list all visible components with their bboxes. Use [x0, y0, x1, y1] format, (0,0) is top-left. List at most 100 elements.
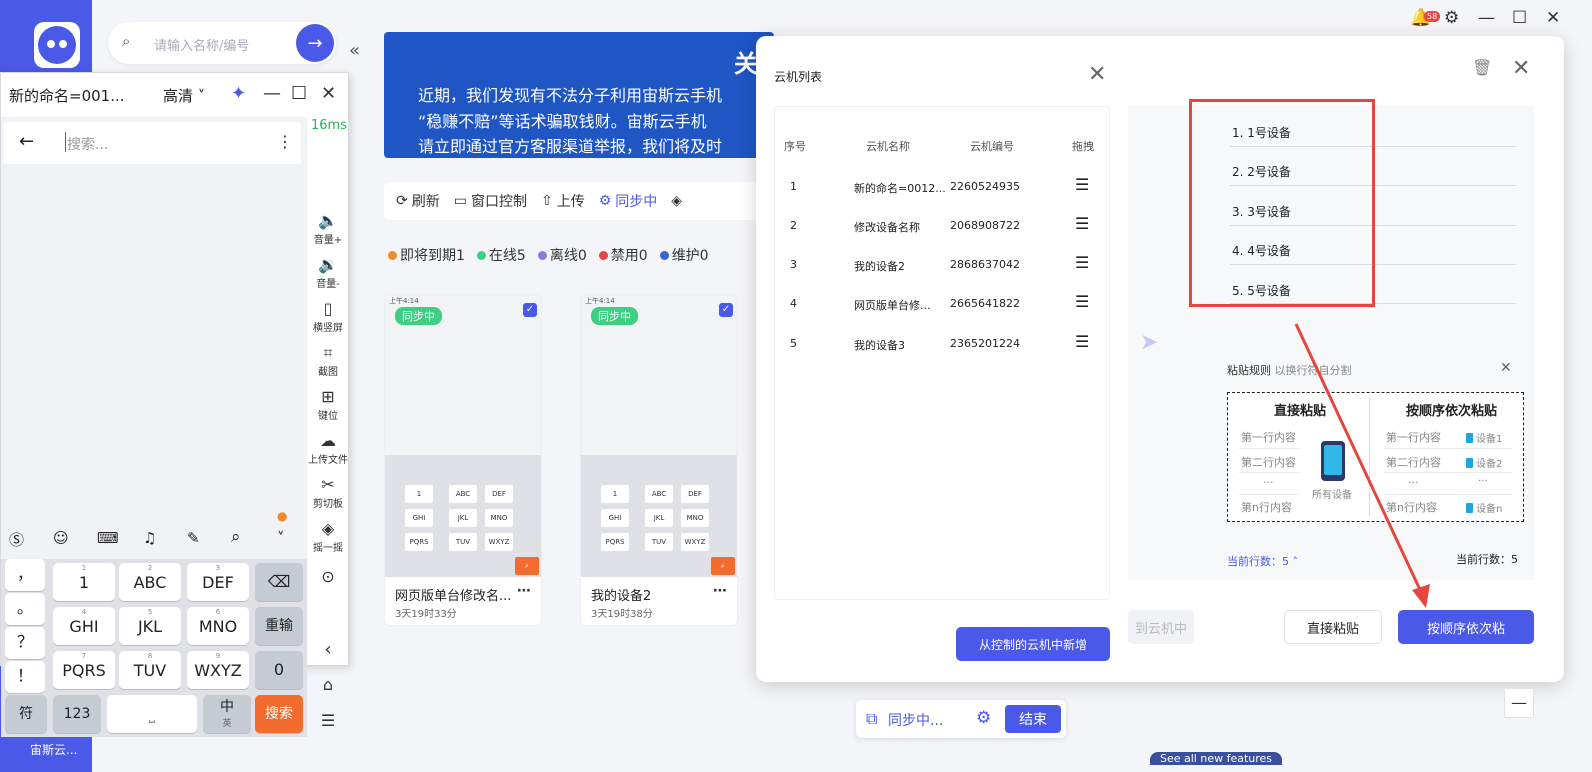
sync-button[interactable]: ⚙ 同步中: [599, 191, 658, 211]
volume-down-tool[interactable]: 🔉 音量-: [307, 255, 349, 290]
drag-handle-icon[interactable]: ☰: [1075, 292, 1089, 311]
end-sync-button[interactable]: 结束: [1005, 705, 1061, 733]
screenshot-tool[interactable]: ⌗ 截图: [307, 343, 349, 378]
close-icon[interactable]: ✕: [1512, 56, 1530, 81]
new-features-link[interactable]: See all new features: [1150, 752, 1283, 765]
key-comma[interactable]: ，: [5, 559, 45, 591]
drag-handle-icon[interactable]: ☰: [1075, 175, 1089, 194]
clipboard-tool[interactable]: ✂ 剪切板: [307, 475, 349, 510]
checkbox-checked-icon[interactable]: ✓: [523, 303, 537, 317]
status-disabled[interactable]: 禁用0: [598, 245, 648, 265]
quality-select[interactable]: 高清 ˅: [163, 85, 205, 106]
layers-button[interactable]: ◈: [671, 193, 682, 209]
tool-label: 音量+: [313, 235, 343, 246]
volume-down-icon: 🔉: [318, 255, 338, 274]
checkbox-checked-icon[interactable]: ✓: [719, 303, 733, 317]
refresh-button[interactable]: ⟳ 刷新: [396, 191, 440, 211]
shake-tool[interactable]: ◈ 摇一摇: [307, 519, 349, 554]
key-1[interactable]: 11: [53, 563, 115, 601]
drag-handle-icon[interactable]: ☰: [1075, 332, 1089, 351]
rule-device-label: 设备1: [1476, 434, 1503, 445]
drag-handle-icon[interactable]: ☰: [1075, 214, 1089, 233]
status-expiring[interactable]: 即将到期1: [388, 245, 465, 265]
upload-button[interactable]: ⇧ 上传: [541, 191, 585, 211]
key-wxyz[interactable]: 9 WXYZ: [187, 651, 249, 689]
close-icon[interactable]: ✕: [1546, 8, 1560, 28]
tool-label: 上传文件: [308, 455, 348, 466]
paste-rule-title: 粘贴规则: [1227, 364, 1271, 377]
key-def[interactable]: 3 DEF: [187, 563, 249, 601]
home-nav-icon[interactable]: ⌂: [307, 675, 349, 694]
window-control-button[interactable]: ▭ 窗口控制: [454, 191, 527, 211]
close-icon[interactable]: ✕: [1088, 62, 1106, 87]
back-nav-icon[interactable]: ‹: [307, 639, 349, 660]
maximize-icon[interactable]: ☐: [291, 83, 307, 104]
key-period[interactable]: 。: [5, 593, 45, 625]
microphone-icon[interactable]: ♫: [143, 529, 156, 547]
close-icon[interactable]: ✕: [321, 83, 336, 104]
maximize-icon[interactable]: ☐: [1512, 8, 1527, 28]
key-tuv[interactable]: 8 TUV: [119, 651, 181, 689]
minimize-icon[interactable]: —: [263, 83, 281, 104]
pin-icon[interactable]: ✦: [231, 83, 246, 104]
gear-icon[interactable]: ⚙: [1444, 8, 1459, 28]
more-icon[interactable]: ⋯: [517, 583, 531, 599]
status-offline[interactable]: 离线0: [537, 245, 587, 265]
rotate-tool[interactable]: ▯ 横竖屏: [307, 299, 349, 334]
key-ghi[interactable]: 4 GHI: [53, 607, 115, 645]
key-exclaim[interactable]: ！: [5, 661, 45, 693]
key-mno[interactable]: 6 MNO: [187, 607, 249, 645]
symbol-key[interactable]: 符: [5, 695, 47, 733]
minimize-icon[interactable]: —: [1478, 8, 1495, 28]
app-logo[interactable]: [34, 22, 80, 68]
back-arrow-icon[interactable]: ←: [19, 131, 34, 152]
rule-device: ···: [1478, 476, 1488, 487]
status-maintenance[interactable]: 维护0: [659, 245, 709, 265]
recent-apps-icon[interactable]: ☰: [307, 711, 349, 730]
row-index: 4: [790, 297, 797, 310]
status-online[interactable]: 在线5: [476, 245, 526, 265]
chevron-down-icon[interactable]: ˅: [277, 529, 285, 547]
number-key[interactable]: 123: [53, 695, 101, 733]
status-bar: 上午4:14: [585, 297, 615, 305]
notice-banner[interactable]: 关 近期，我们发现有不法分子利用宙斯云手机 “稳赚不赔”等话术骗取钱财。宙斯云手…: [384, 32, 774, 158]
key-question[interactable]: ？: [5, 627, 45, 659]
key-jkl[interactable]: 5 JKL: [119, 607, 181, 645]
keyboard-icon[interactable]: ⌨: [97, 529, 119, 547]
handwriting-icon[interactable]: ✎: [187, 529, 200, 547]
ime-logo-icon[interactable]: Ⓢ: [9, 529, 24, 550]
language-key[interactable]: 中英: [203, 695, 251, 733]
device-remaining-time: 3天19时38分: [591, 609, 653, 620]
upload-file-tool[interactable]: ☁ 上传文件: [307, 431, 349, 466]
paste-to-device-button[interactable]: 到云机中: [1128, 610, 1194, 644]
device-card[interactable]: 上午4:14 同步中 ✓ 1 ABC DEF GHI JKL MNO PQRS …: [580, 294, 738, 626]
emoji-icon[interactable]: ☺: [53, 529, 69, 547]
device-screen-preview[interactable]: 上午4:14 同步中 ✓ 1 ABC DEF GHI JKL MNO PQRS …: [581, 295, 737, 577]
trash-icon[interactable]: 🗑: [1472, 58, 1492, 77]
volume-up-tool[interactable]: 🔈 音量+: [307, 211, 349, 246]
key-zero[interactable]: 0: [255, 651, 303, 689]
more-icon[interactable]: ⋯: [713, 583, 727, 599]
key-abc[interactable]: 2 ABC: [119, 563, 181, 601]
kebab-menu-icon[interactable]: ⋮: [277, 132, 293, 151]
device-screen-preview[interactable]: 上午4:14 同步中 ✓ 1 ABC DEF GHI JKL MNO PQRS …: [385, 295, 541, 577]
close-icon[interactable]: ✕: [1500, 360, 1512, 376]
search-submit-button[interactable]: →: [296, 24, 334, 62]
space-key[interactable]: ⎵: [107, 695, 197, 733]
key-pqrs[interactable]: 7 PQRS: [53, 651, 115, 689]
drag-handle-icon[interactable]: ☰: [1075, 253, 1089, 272]
keymap-tool[interactable]: ⊞ 键位: [307, 387, 349, 422]
keyboard-toolbar: ● Ⓢ ☺ ⌨ ♫ ✎ ⌕ ˅: [1, 509, 307, 559]
add-from-controlled-button[interactable]: 从控制的云机中新增: [956, 627, 1110, 661]
gear-icon[interactable]: ⚙: [976, 708, 991, 728]
zoom-out-button[interactable]: —: [1504, 688, 1534, 718]
reenter-key[interactable]: 重输: [255, 607, 303, 645]
backspace-key[interactable]: ⌫: [255, 563, 303, 601]
search-icon[interactable]: ⌕: [231, 527, 241, 547]
collapse-icon[interactable]: «: [349, 40, 360, 61]
device-card[interactable]: 上午4:14 同步中 ✓ 1 ABC DEF GHI JKL MNO PQRS …: [384, 294, 542, 626]
phone-search-bar[interactable]: ← 搜索... ⋮: [3, 122, 301, 164]
more-tools-icon[interactable]: ⊙: [307, 567, 349, 586]
scissors-icon: ✂: [321, 475, 335, 494]
search-key[interactable]: 搜索: [255, 695, 303, 733]
